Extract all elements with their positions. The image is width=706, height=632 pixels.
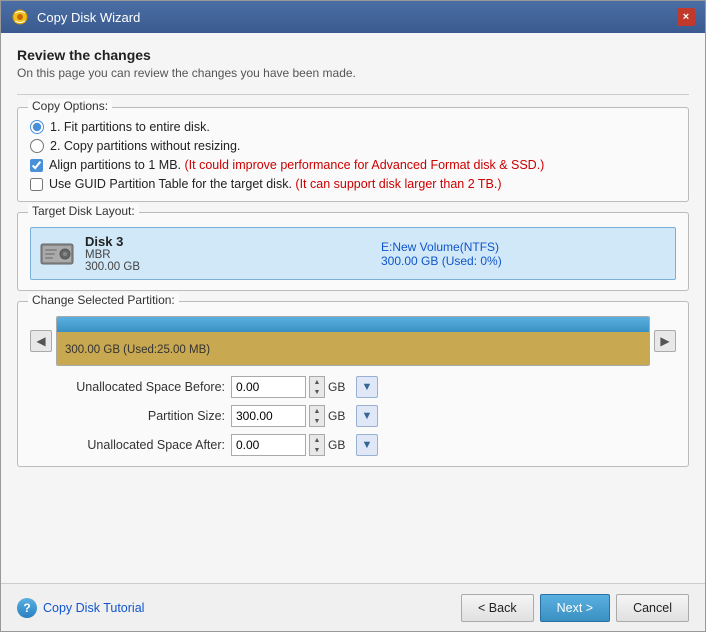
field-after-row: Unallocated Space After: ▲ ▼ GB ▼	[50, 434, 676, 456]
field-after-up[interactable]: ▲	[310, 435, 324, 445]
field-before-row: Unallocated Space Before: ▲ ▼ GB ▼	[50, 376, 676, 398]
partition-bar: 300.00 GB (Used:25.00 MB)	[56, 316, 650, 366]
option-1-radio[interactable]	[30, 120, 44, 134]
field-size-unit: GB	[328, 409, 353, 423]
disk-volume: E:New Volume(NTFS)	[381, 240, 667, 254]
main-window: Copy Disk Wizard × Review the changes On…	[0, 0, 706, 632]
disk-volume-size: 300.00 GB (Used: 0%)	[381, 254, 667, 268]
field-after-unit-dropdown[interactable]: ▼	[356, 434, 378, 456]
checkbox-2-row[interactable]: Use GUID Partition Table for the target …	[30, 177, 676, 191]
field-size-input-group: ▲ ▼ GB ▼	[231, 405, 378, 427]
footer-buttons: < Back Next > Cancel	[461, 594, 689, 622]
field-before-unit-dropdown[interactable]: ▼	[356, 376, 378, 398]
checkbox-align-input[interactable]	[30, 159, 43, 172]
titlebar: Copy Disk Wizard ×	[1, 1, 705, 33]
target-disk-group: Target Disk Layout: Disk 3 MBR	[17, 212, 689, 291]
next-button[interactable]: Next >	[540, 594, 610, 622]
checkbox-1-row[interactable]: Align partitions to 1 MB. (It could impr…	[30, 158, 676, 172]
target-disk-label: Target Disk Layout:	[28, 204, 139, 218]
window-title: Copy Disk Wizard	[37, 10, 669, 25]
field-size-row: Partition Size: ▲ ▼ GB ▼	[50, 405, 676, 427]
checkbox-2-text: Use GUID Partition Table for the target …	[49, 177, 502, 191]
help-icon[interactable]: ?	[17, 598, 37, 618]
copy-options-label: Copy Options:	[28, 99, 112, 113]
page-subtitle: On this page you can review the changes …	[17, 66, 689, 80]
field-size-label: Partition Size:	[50, 409, 225, 423]
field-before-down[interactable]: ▼	[310, 387, 324, 397]
partition-bar-container: ◀ 300.00 GB (Used:25.00 MB) ▶	[30, 316, 676, 366]
option-2-row[interactable]: 2. Copy partitions without resizing.	[30, 139, 676, 153]
page-title: Review the changes	[17, 47, 689, 63]
change-partition-label: Change Selected Partition:	[28, 293, 179, 307]
field-after-spinner: ▲ ▼	[309, 434, 325, 456]
option-2-text: 2. Copy partitions without resizing.	[50, 139, 240, 153]
checkbox-1-text: Align partitions to 1 MB. (It could impr…	[49, 158, 544, 172]
field-after-down[interactable]: ▼	[310, 445, 324, 455]
disk-name: Disk 3	[85, 234, 371, 249]
option-1-row[interactable]: 1. Fit partitions to entire disk.	[30, 120, 676, 134]
disk-volume-info: E:New Volume(NTFS) 300.00 GB (Used: 0%)	[381, 240, 667, 268]
footer: ? Copy Disk Tutorial < Back Next > Cance…	[1, 583, 705, 631]
help-link[interactable]: Copy Disk Tutorial	[43, 601, 144, 615]
field-after-label: Unallocated Space After:	[50, 438, 225, 452]
options-list: 1. Fit partitions to entire disk. 2. Cop…	[30, 116, 676, 191]
header-divider	[17, 94, 689, 95]
checkbox-guid-input[interactable]	[30, 178, 43, 191]
footer-left: ? Copy Disk Tutorial	[17, 598, 453, 618]
cancel-button[interactable]: Cancel	[616, 594, 689, 622]
field-before-up[interactable]: ▲	[310, 377, 324, 387]
field-after-input-group: ▲ ▼ GB ▼	[231, 434, 378, 456]
field-size-input[interactable]	[231, 405, 306, 427]
field-size-up[interactable]: ▲	[310, 406, 324, 416]
field-before-input[interactable]	[231, 376, 306, 398]
field-size-unit-dropdown[interactable]: ▼	[356, 405, 378, 427]
option-1-text: 1. Fit partitions to entire disk.	[50, 120, 210, 134]
partition-size-label: 300.00 GB (Used:25.00 MB)	[65, 344, 210, 356]
copy-options-group: Copy Options: 1. Fit partitions to entir…	[17, 107, 689, 202]
field-before-spinner: ▲ ▼	[309, 376, 325, 398]
change-partition-group: Change Selected Partition: ◀ 300.00 GB (…	[17, 301, 689, 467]
disk-entry[interactable]: Disk 3 MBR 300.00 GB E:New Volume(NTFS) …	[30, 227, 676, 280]
content-area: Review the changes On this page you can …	[1, 33, 705, 583]
disk-info: Disk 3 MBR 300.00 GB	[85, 234, 371, 273]
disk-size: 300.00 GB	[85, 261, 371, 273]
field-after-input[interactable]	[231, 434, 306, 456]
partition-bar-bottom: 300.00 GB (Used:25.00 MB)	[57, 332, 649, 366]
field-size-down[interactable]: ▼	[310, 416, 324, 426]
page-header: Review the changes On this page you can …	[17, 47, 689, 80]
back-button[interactable]: < Back	[461, 594, 534, 622]
disk-type: MBR	[85, 249, 371, 261]
field-before-unit: GB	[328, 380, 353, 394]
partition-fields: Unallocated Space Before: ▲ ▼ GB ▼ Parti…	[30, 376, 676, 456]
app-icon	[11, 8, 29, 26]
partition-bar-top	[57, 317, 649, 332]
option-2-radio[interactable]	[30, 139, 44, 153]
field-before-label: Unallocated Space Before:	[50, 380, 225, 394]
partition-next-arrow[interactable]: ▶	[654, 330, 676, 352]
close-button[interactable]: ×	[677, 8, 695, 26]
disk-icon	[39, 239, 75, 269]
field-size-spinner: ▲ ▼	[309, 405, 325, 427]
partition-prev-arrow[interactable]: ◀	[30, 330, 52, 352]
field-after-unit: GB	[328, 438, 353, 452]
field-before-input-group: ▲ ▼ GB ▼	[231, 376, 378, 398]
